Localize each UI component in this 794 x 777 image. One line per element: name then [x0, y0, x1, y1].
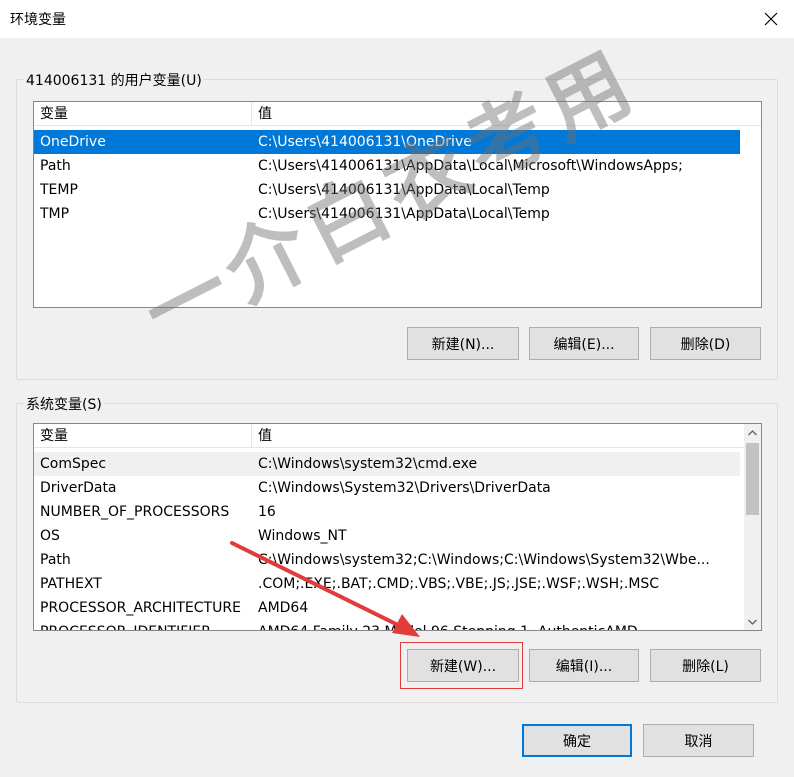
- annotation-arrow-icon: [230, 541, 420, 637]
